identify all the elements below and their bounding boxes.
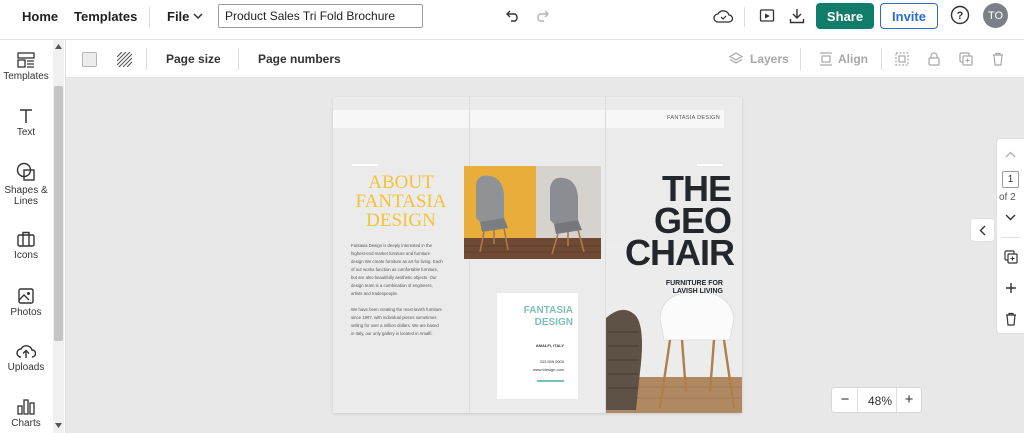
icons-icon (17, 231, 35, 247)
cloud-sync-icon[interactable] (712, 6, 734, 26)
card-title: FANTASIA DESIGN (523, 305, 573, 328)
chairs-photo[interactable] (464, 166, 601, 259)
sidebar-item-shapes[interactable]: Shapes & Lines (0, 162, 52, 207)
chevron-down-icon[interactable] (191, 9, 205, 23)
chevron-down-icon[interactable] (1003, 211, 1018, 223)
sidebar-item-photos[interactable]: Photos (0, 288, 52, 318)
align-icon (818, 51, 834, 67)
about-body[interactable]: Fantasia Design is deeply interested in … (351, 242, 443, 338)
sidebar-scrollbar[interactable] (53, 40, 64, 433)
align-button[interactable]: Align (838, 52, 868, 66)
templates-icon (17, 52, 35, 68)
card-location: AMALFI, ITALY (535, 343, 564, 348)
geo-chair-title[interactable]: THE GEO CHAIR (625, 171, 735, 271)
sidebar-scroll-thumb[interactable] (54, 86, 63, 341)
accent-dash (352, 164, 378, 166)
toolbar-divider (881, 48, 882, 70)
svg-text:?: ? (957, 10, 964, 22)
about-title[interactable]: ABOUT FANTASIA DESIGN (351, 173, 451, 230)
layers-icon (728, 51, 744, 67)
plus-icon[interactable] (1003, 280, 1019, 296)
download-icon[interactable] (787, 6, 807, 26)
zoom-in-button[interactable]: + (902, 391, 916, 408)
about-paragraph: We have been creating the most lavish fu… (351, 307, 442, 336)
crop-frame-icon[interactable] (894, 51, 910, 67)
text-icon (20, 109, 32, 123)
zoom-level[interactable]: 48% (868, 394, 892, 408)
page-total: of 2 (999, 192, 1016, 203)
redo-icon[interactable] (533, 7, 551, 25)
sidebar-item-label: Shapes & Lines (4, 185, 48, 207)
zoom-out-button[interactable]: − (838, 391, 852, 408)
share-button[interactable]: Share (816, 3, 874, 29)
invite-button[interactable]: Invite (880, 3, 938, 29)
zoom-control: − 48% + (831, 387, 922, 413)
transparency-icon[interactable] (116, 51, 133, 68)
add-page-icon[interactable] (1003, 249, 1019, 265)
background-color-swatch[interactable] (82, 52, 97, 67)
sidebar-item-icons[interactable]: Icons (0, 231, 52, 261)
sidebar-item-label: Uploads (7, 362, 45, 373)
page-navigator: 1 of 2 (996, 138, 1024, 334)
page-numbers-button[interactable]: Page numbers (258, 52, 341, 66)
contact-card[interactable]: FANTASIA DESIGN AMALFI, ITALY 333.555.00… (497, 293, 578, 399)
toolbar-divider (800, 48, 801, 70)
templates-link[interactable]: Templates (74, 9, 137, 24)
editor-toolbar: Page size Page numbers Layers Align (66, 40, 1024, 78)
header-label[interactable]: FANTASIA DESIGN (667, 115, 720, 121)
avatar[interactable]: TO (983, 3, 1008, 28)
sidebar-item-text[interactable]: Text (0, 108, 52, 138)
present-icon[interactable] (757, 6, 777, 26)
header-strip (333, 110, 724, 128)
card-website: www.fdesign.com (532, 367, 564, 372)
document-title-input[interactable] (218, 4, 423, 28)
collapse-panel-button[interactable] (970, 218, 995, 242)
undo-icon[interactable] (504, 7, 522, 25)
duplicate-icon[interactable] (958, 51, 974, 67)
scroll-up-arrow-icon[interactable] (55, 44, 62, 49)
sidebar-item-label: Icons (14, 250, 38, 261)
zoom-divider (857, 388, 858, 412)
current-page-input[interactable]: 1 (1002, 171, 1019, 188)
left-sidebar: Templates Text Shapes & Lines Icons Phot… (0, 40, 66, 433)
chevron-left-icon (979, 225, 986, 235)
card-phone: 333.555.0000 (539, 359, 564, 364)
home-link[interactable]: Home (22, 9, 58, 24)
about-paragraph: Fantasia Design is deeply interested in … (351, 243, 443, 296)
uploads-icon (16, 345, 36, 358)
topbar-divider (149, 7, 150, 27)
sidebar-item-templates[interactable]: Templates (0, 52, 52, 82)
zoom-divider (896, 388, 897, 412)
topbar-divider (744, 7, 745, 27)
lock-icon[interactable] (926, 51, 942, 67)
toolbar-divider (146, 48, 147, 70)
sidebar-item-label: Photos (10, 307, 42, 318)
top-bar: Home Templates File Share Invite ? TO (0, 0, 1024, 40)
sidebar-item-charts[interactable]: Charts (0, 399, 52, 429)
page-size-button[interactable]: Page size (166, 52, 221, 66)
shapes-icon (16, 162, 35, 181)
sidebar-item-label: Templates (3, 71, 49, 82)
charts-icon (17, 399, 35, 415)
sidebar-item-label: Text (16, 127, 36, 138)
layers-button[interactable]: Layers (750, 52, 789, 66)
toolbar-divider (238, 48, 239, 70)
photos-icon (18, 288, 34, 304)
scroll-down-arrow-icon[interactable] (55, 423, 62, 428)
chevron-up-icon[interactable] (1003, 148, 1018, 160)
file-menu[interactable]: File (167, 9, 189, 24)
sidebar-item-label: Charts (11, 418, 41, 429)
accent-dash (697, 164, 723, 166)
sidebar-item-uploads[interactable]: Uploads (0, 343, 52, 373)
navigator-divider (1001, 237, 1020, 238)
trash-icon[interactable] (1003, 311, 1019, 327)
geo-chair-subtitle[interactable]: FURNITURE FOR LAVISH LIVING (653, 280, 723, 296)
brochure-page[interactable]: FANTASIA DESIGN ABOUT FANTASIA DESIGN Fa… (333, 97, 742, 413)
card-accent-bar (537, 380, 564, 382)
help-icon[interactable]: ? (949, 4, 971, 26)
trash-icon[interactable] (990, 51, 1006, 67)
